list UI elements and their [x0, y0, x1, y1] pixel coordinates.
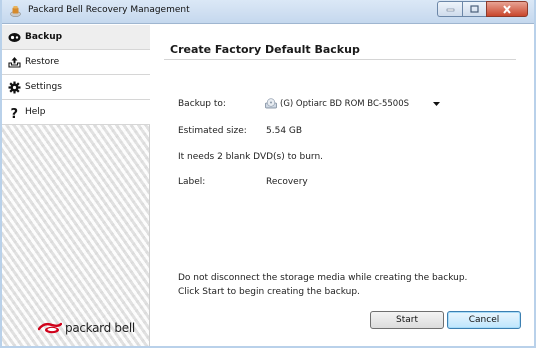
backup-destination-value: (G) Optiarc BD ROM BC-5500S [280, 98, 410, 109]
help-icon: ? [8, 106, 21, 119]
packard-bell-logo-icon [38, 322, 62, 334]
gear-icon [8, 81, 21, 94]
close-button[interactable] [486, 1, 528, 17]
backup-destination-select[interactable]: (G) Optiarc BD ROM BC-5500S [262, 96, 444, 111]
window-title: Packard Bell Recovery Management [28, 5, 190, 15]
estimated-size-label: Estimated size: [178, 126, 247, 136]
label-field-label: Label: [178, 177, 206, 187]
sidebar-item-restore[interactable]: Restore [2, 50, 150, 75]
brand-name: packard bell [65, 321, 135, 335]
start-button[interactable]: Start [370, 311, 444, 329]
minimize-button[interactable] [437, 1, 462, 17]
instruction-disconnect: Do not disconnect the storage media whil… [178, 273, 468, 283]
dvd-requirement-note: It needs 2 blank DVD(s) to burn. [178, 152, 324, 162]
title-bar[interactable]: Packard Bell Recovery Management [2, 0, 534, 24]
app-icon [10, 6, 21, 17]
minimize-icon [446, 8, 454, 12]
title-divider [164, 59, 516, 60]
sidebar-item-label: Backup [25, 32, 63, 42]
sidebar-item-label: Settings [25, 82, 62, 92]
svg-text:?: ? [11, 107, 19, 119]
cancel-button[interactable]: Cancel [447, 311, 521, 329]
maximize-icon [470, 5, 479, 13]
sidebar: Backup Restore Settings ? Help packard b… [2, 25, 150, 346]
caption-buttons [437, 1, 528, 18]
optical-drive-icon [265, 98, 277, 109]
sidebar-item-help[interactable]: ? Help [2, 100, 150, 125]
close-icon [503, 4, 511, 14]
maximize-button[interactable] [462, 1, 486, 17]
chevron-down-icon [431, 101, 441, 106]
backup-icon [8, 31, 21, 44]
backup-to-label: Backup to: [178, 99, 226, 109]
sidebar-item-label: Help [25, 107, 46, 117]
sidebar-item-backup[interactable]: Backup [2, 25, 150, 50]
sidebar-item-label: Restore [25, 57, 60, 67]
label-field-value: Recovery [266, 177, 308, 187]
brand-logo: packard bell [38, 317, 148, 339]
sidebar-item-settings[interactable]: Settings [2, 75, 150, 100]
recovery-window: Packard Bell Recovery Management Backup [0, 0, 536, 348]
instruction-start: Click Start to begin creating the backup… [178, 287, 360, 297]
page-title: Create Factory Default Backup [170, 43, 360, 56]
restore-icon [8, 56, 21, 69]
estimated-size-value: 5.54 GB [266, 126, 303, 136]
